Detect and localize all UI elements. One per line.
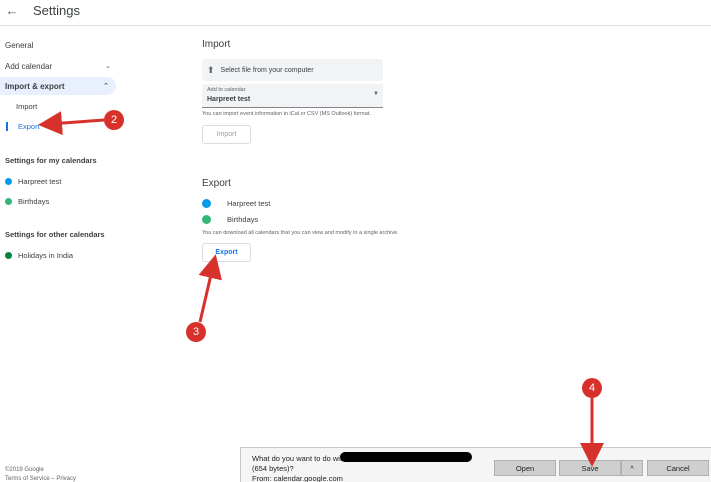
export-calendar-birthdays: Birthdays <box>202 215 258 224</box>
import-heading: Import <box>202 39 231 50</box>
calendar-color-dot <box>5 198 12 205</box>
download-source: From: calendar.google.com <box>252 474 343 482</box>
save-options-chevron-icon[interactable]: ^ <box>621 460 643 476</box>
footer-copyright: ©2019 Google <box>5 467 44 473</box>
page-title: Settings <box>33 3 80 18</box>
callout-badge-2: 2 <box>104 110 124 130</box>
sidebar-item-label: General <box>5 40 34 50</box>
download-notification-bar: What do you want to do with (654 bytes)?… <box>240 447 711 482</box>
sidebar-calendar-holidays-in-india[interactable]: Holidays in India <box>5 251 73 260</box>
select-value: Harpreet test <box>207 96 251 103</box>
sidebar-item-label: Add calendar <box>5 61 53 71</box>
other-calendars-heading: Settings for other calendars <box>5 230 105 239</box>
chevron-down-icon: ⌄ <box>105 63 111 70</box>
export-button[interactable]: Export <box>202 243 251 262</box>
footer-links[interactable]: Terms of Service – Privacy <box>5 476 76 482</box>
export-helper-text: You can download all calendars that you … <box>202 230 399 236</box>
redaction-mark <box>340 452 472 462</box>
download-size: (654 bytes)? <box>252 464 294 473</box>
download-question: What do you want to do with <box>252 454 347 463</box>
calendar-color-dot <box>5 178 12 185</box>
calendar-label: Birthdays <box>18 197 50 206</box>
sidebar-calendar-harpreet-test[interactable]: Harpreet test <box>5 177 61 186</box>
caret-down-icon: ▼ <box>373 91 379 97</box>
save-button[interactable]: Save <box>559 460 621 476</box>
cancel-button[interactable]: Cancel <box>647 460 709 476</box>
calendar-label: Birthdays <box>227 215 259 224</box>
sidebar-item-add-calendar[interactable]: Add calendar ⌄ <box>5 57 113 75</box>
sidebar-subitem-import[interactable]: Import <box>6 102 37 111</box>
callout-badge-3: 3 <box>186 322 206 342</box>
arrow-back-icon[interactable]: ← <box>4 2 20 18</box>
callout-badge-4: 4 <box>582 378 602 398</box>
sidebar-item-label: Import & export <box>5 81 65 91</box>
calendar-color-dot <box>5 252 12 259</box>
settings-main: Import ⬆ Select file from your computer … <box>190 26 711 482</box>
calendar-label: Harpreet test <box>227 199 271 208</box>
open-button[interactable]: Open <box>494 460 556 476</box>
calendar-label: Holidays in India <box>18 251 74 260</box>
calendar-label: Harpreet test <box>18 177 62 186</box>
export-heading: Export <box>202 178 231 189</box>
settings-sidebar: General Add calendar ⌄ Import & export ⌃… <box>0 26 190 482</box>
calendar-color-dot <box>202 199 211 208</box>
sidebar-item-import-export[interactable]: Import & export ⌃ <box>0 77 116 95</box>
sidebar-calendar-birthdays[interactable]: Birthdays <box>5 197 49 206</box>
upload-icon: ⬆ <box>207 64 215 75</box>
sidebar-item-general[interactable]: General <box>5 36 33 54</box>
select-file-button[interactable]: ⬆ Select file from your computer <box>202 59 383 81</box>
import-helper-text: You can import event information in iCal… <box>202 111 371 117</box>
sidebar-subitem-export[interactable]: Export <box>6 122 40 131</box>
select-label: Add to calendar <box>207 87 246 93</box>
calendar-color-dot <box>202 215 211 224</box>
select-file-label: Select file from your computer <box>220 66 314 74</box>
my-calendars-heading: Settings for my calendars <box>5 156 97 165</box>
import-button[interactable]: Import <box>202 125 251 144</box>
add-to-calendar-select[interactable]: Add to calendar Harpreet test ▼ <box>202 84 383 108</box>
export-calendar-harpreet-test: Harpreet test <box>202 199 270 208</box>
chevron-up-icon: ⌃ <box>103 83 109 90</box>
settings-header: ← Settings <box>0 0 711 26</box>
